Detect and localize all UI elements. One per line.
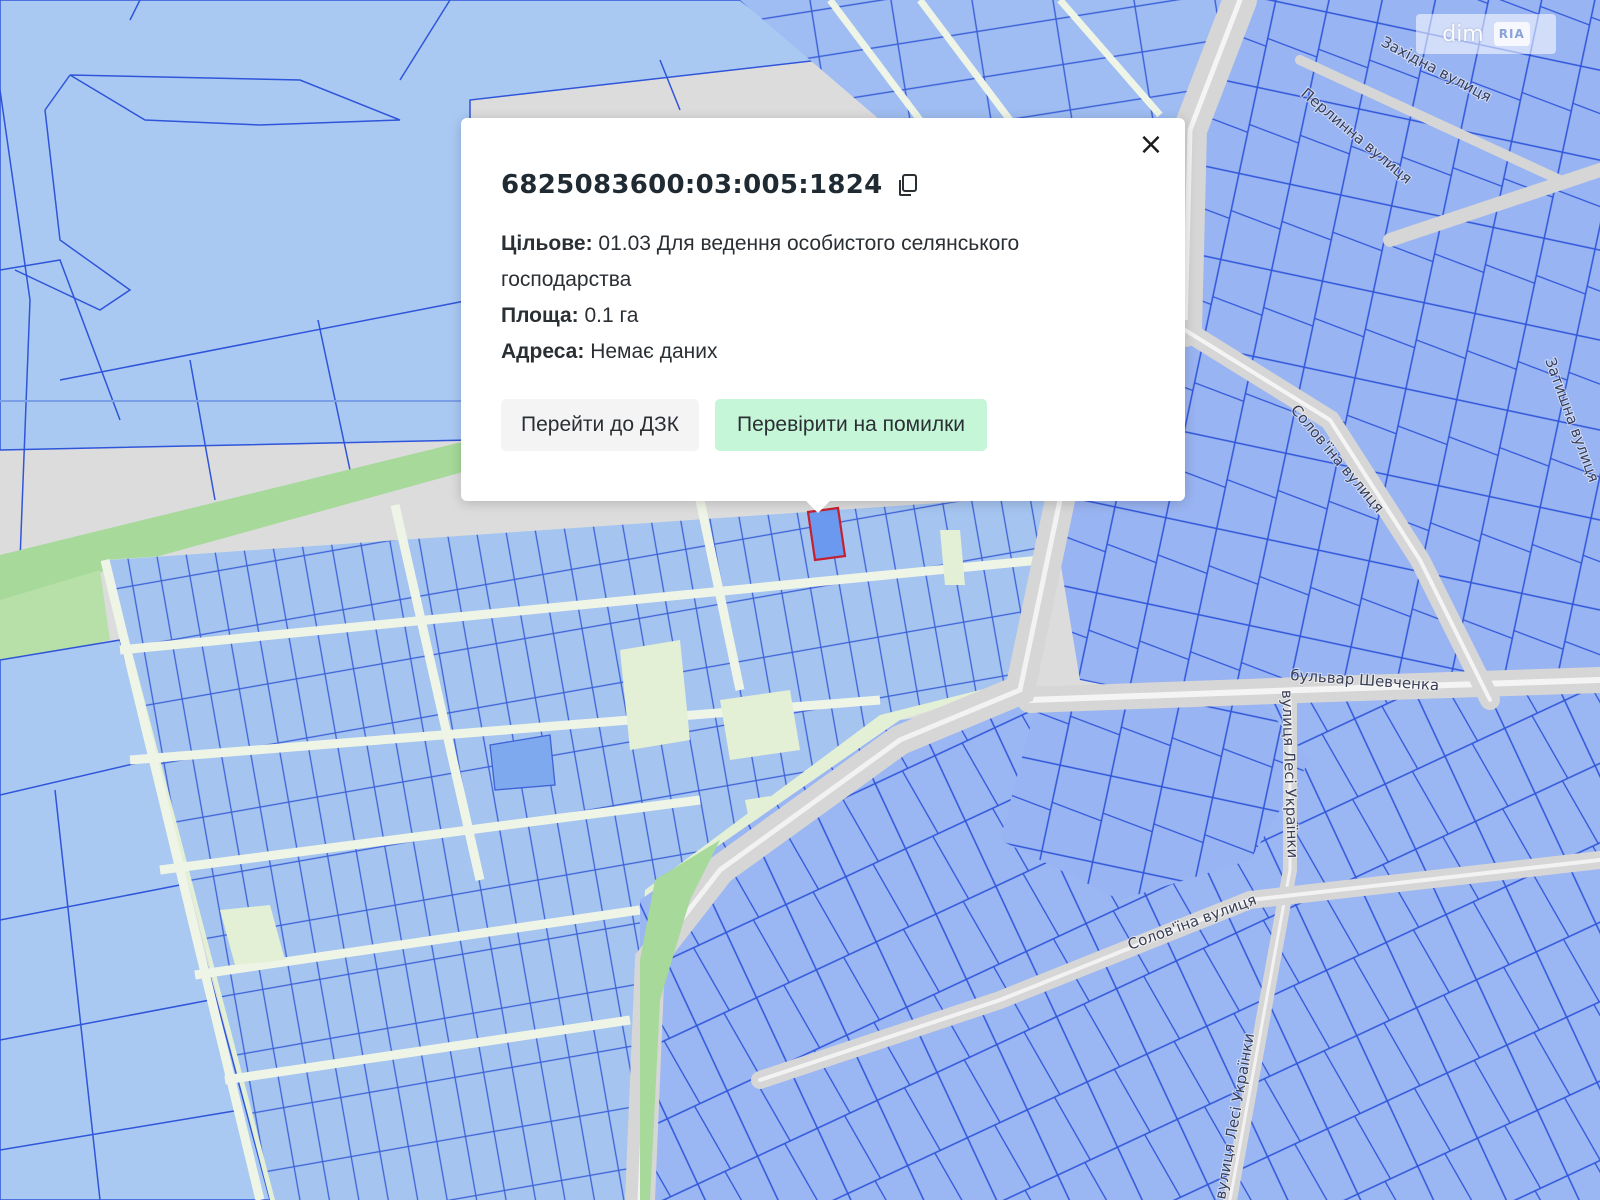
area-label: Площа:: [501, 304, 579, 327]
selected-parcel[interactable]: [806, 506, 847, 562]
area-value: 0.1 га: [584, 304, 639, 327]
purpose-row: Цільове: 01.03 Для ведення особистого се…: [501, 226, 1141, 298]
close-icon[interactable]: ×: [1135, 130, 1167, 162]
popup-pointer: [806, 501, 830, 513]
watermark-logo-mark: RIA: [1493, 22, 1530, 46]
parcel-details: Цільове: 01.03 Для ведення особистого се…: [501, 226, 1141, 370]
address-row: Адреса: Немає даних: [501, 334, 1141, 370]
check-errors-button[interactable]: Перевірити на помилки: [715, 399, 987, 451]
highlighted-plot: [489, 734, 556, 791]
address-value: Немає даних: [590, 340, 718, 363]
purpose-label: Цільове:: [501, 232, 593, 255]
parcel-id-row: 6825083600:03:005:1824: [501, 170, 919, 200]
watermark-logo-text: dim: [1442, 21, 1484, 47]
parcel-info-popup: × 6825083600:03:005:1824 Цільове: 01.03 …: [461, 118, 1185, 513]
go-to-dzk-button[interactable]: Перейти до ДЗК: [501, 399, 699, 451]
address-label: Адреса:: [501, 340, 585, 363]
area-row: Площа: 0.1 га: [501, 298, 1141, 334]
watermark: dim RIA: [1416, 14, 1556, 54]
parcel-cadastral-number: 6825083600:03:005:1824: [501, 170, 883, 200]
copy-icon[interactable]: [897, 173, 919, 197]
